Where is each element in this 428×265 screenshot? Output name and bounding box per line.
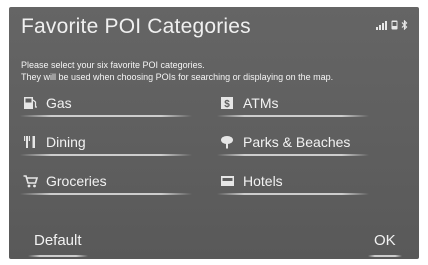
- category-label: Gas: [46, 95, 72, 111]
- category-button-gas[interactable]: Gas: [20, 91, 192, 117]
- fork-knife-icon: [22, 134, 38, 150]
- category-label: Parks & Beaches: [243, 134, 351, 150]
- category-label: Groceries: [46, 173, 107, 189]
- category-button-parks-beaches[interactable]: Parks & Beaches: [217, 130, 369, 156]
- category-button-dining[interactable]: Dining: [20, 130, 192, 156]
- category-label: Hotels: [243, 173, 283, 189]
- atm-icon: $: [219, 95, 235, 111]
- page-title: Favorite POI Categories: [21, 15, 251, 38]
- bed-icon: [219, 173, 235, 189]
- ok-button[interactable]: OK: [368, 232, 402, 257]
- category-label: Dining: [46, 134, 86, 150]
- tree-icon: [219, 134, 235, 150]
- poi-settings-screen: Favorite POI Categories Please select yo…: [9, 7, 419, 259]
- svg-text:$: $: [224, 99, 230, 110]
- phone-icon: [391, 20, 398, 30]
- gas-pump-icon: [22, 95, 38, 111]
- instructions-line-2: They will be used when choosing POIs for…: [21, 72, 334, 82]
- instructions-line-1: Please select your six favorite POI cate…: [21, 60, 205, 70]
- bluetooth-icon: [401, 20, 408, 30]
- instructions-text: Please select your six favorite POI cate…: [21, 59, 333, 83]
- signal-bars-icon: [376, 21, 388, 30]
- category-label: ATMs: [243, 95, 279, 111]
- category-button-hotels[interactable]: Hotels: [217, 169, 369, 195]
- category-button-atms[interactable]: $ ATMs: [217, 91, 369, 117]
- shopping-cart-icon: [22, 173, 38, 189]
- default-button[interactable]: Default: [28, 232, 88, 257]
- category-button-groceries[interactable]: Groceries: [20, 169, 192, 195]
- status-bar: [376, 20, 408, 30]
